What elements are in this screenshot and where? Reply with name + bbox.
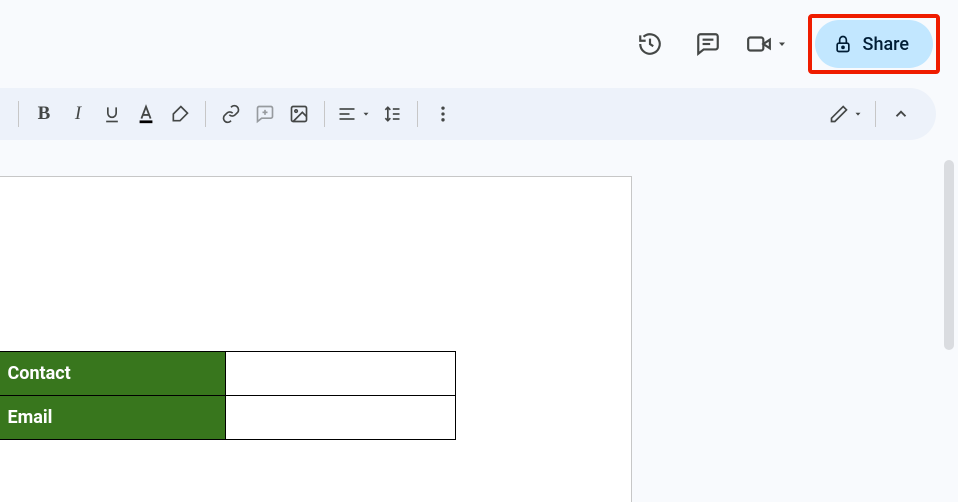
align-left-icon — [337, 104, 357, 124]
caret-down-icon — [776, 38, 788, 50]
more-button[interactable] — [426, 97, 460, 131]
formatting-toolbar: B I — [0, 88, 936, 140]
align-dropdown[interactable] — [333, 104, 375, 124]
underline-button[interactable] — [95, 97, 129, 131]
scrollbar-thumb[interactable] — [944, 160, 954, 350]
bold-button[interactable]: B — [27, 97, 61, 131]
comment-icon — [695, 31, 721, 57]
table-value-cell[interactable] — [225, 352, 455, 396]
highlighter-icon — [170, 104, 190, 124]
separator — [417, 101, 418, 127]
document-page[interactable]: Contact Email — [0, 176, 632, 502]
history-button[interactable] — [626, 20, 674, 68]
share-button[interactable]: Share — [815, 20, 933, 68]
table-header-cell[interactable]: Email — [0, 396, 225, 440]
table-value-cell[interactable] — [225, 396, 455, 440]
table-header-cell[interactable]: Contact — [0, 352, 225, 396]
video-icon — [746, 31, 772, 57]
comments-button[interactable] — [684, 20, 732, 68]
table-row[interactable]: Email — [0, 396, 455, 440]
editing-mode-dropdown[interactable] — [825, 104, 867, 124]
insert-link-button[interactable] — [214, 97, 248, 131]
collapse-toolbar-button[interactable] — [884, 97, 918, 131]
separator — [875, 101, 876, 127]
text-color-icon — [135, 103, 157, 125]
share-highlight: Share — [808, 14, 940, 74]
link-icon — [221, 104, 241, 124]
add-comment-icon — [255, 104, 275, 124]
text-color-button[interactable] — [129, 97, 163, 131]
meet-dropdown[interactable] — [742, 20, 792, 68]
highlight-button[interactable] — [163, 97, 197, 131]
italic-button[interactable]: I — [61, 97, 95, 131]
underline-icon — [102, 104, 122, 124]
vertical-scrollbar[interactable] — [942, 160, 956, 500]
more-vert-icon — [433, 104, 453, 124]
history-icon — [637, 31, 663, 57]
separator — [205, 101, 206, 127]
header-bar: Share — [0, 0, 958, 88]
line-spacing-icon — [382, 104, 402, 124]
caret-down-icon — [853, 109, 863, 119]
pencil-icon — [829, 104, 849, 124]
chevron-up-icon — [892, 105, 910, 123]
lock-icon — [833, 34, 853, 54]
separator — [18, 101, 19, 127]
line-spacing-button[interactable] — [375, 97, 409, 131]
image-icon — [289, 104, 309, 124]
document-canvas[interactable]: Contact Email — [0, 160, 928, 502]
separator — [324, 101, 325, 127]
info-table[interactable]: Contact Email — [0, 351, 456, 440]
add-comment-button[interactable] — [248, 97, 282, 131]
table-row[interactable]: Contact — [0, 352, 455, 396]
insert-image-button[interactable] — [282, 97, 316, 131]
share-label: Share — [863, 34, 909, 55]
caret-down-icon — [361, 109, 371, 119]
